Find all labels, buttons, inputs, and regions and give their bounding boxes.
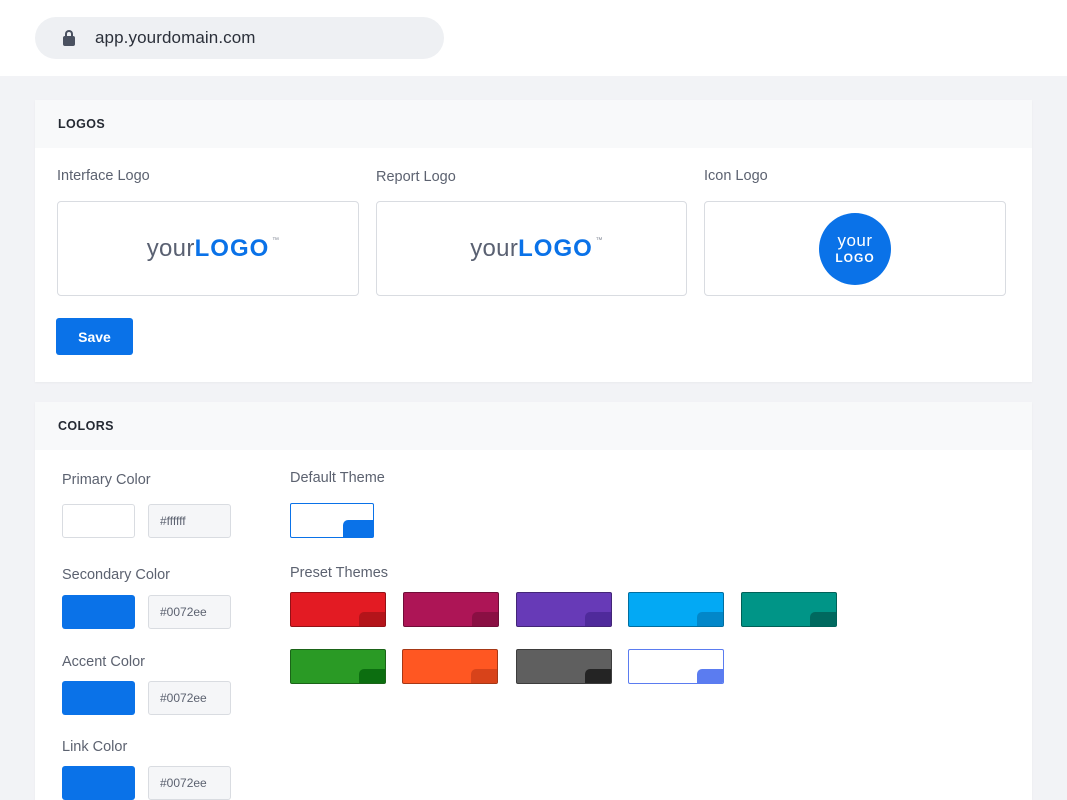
colors-section-title: COLORS: [58, 419, 114, 433]
report-logo-upload[interactable]: yourLOGO ™: [376, 201, 687, 296]
default-theme-swatch[interactable]: [290, 503, 374, 538]
report-logo-image: yourLOGO ™: [470, 234, 603, 262]
logos-section-header: LOGOS: [35, 100, 1032, 148]
secondary-color-label: Secondary Color: [62, 567, 170, 583]
preset-theme-magenta[interactable]: [403, 592, 499, 627]
link-color-label: Link Color: [62, 739, 128, 755]
preset-theme-teal[interactable]: [741, 592, 837, 627]
primary-color-input[interactable]: [148, 504, 231, 538]
report-logo-label: Report Logo: [376, 169, 456, 185]
preset-theme-gray[interactable]: [516, 649, 612, 684]
interface-logo-upload[interactable]: yourLOGO ™: [57, 201, 359, 296]
preset-theme-light[interactable]: [628, 649, 724, 684]
logos-section: LOGOS Interface Logo yourLOGO ™ Report Lo…: [35, 100, 1032, 382]
primary-color-label: Primary Color: [62, 472, 151, 488]
icon-logo-label: Icon Logo: [704, 168, 768, 184]
lock-icon: [63, 30, 75, 46]
accent-color-input[interactable]: [148, 681, 231, 715]
url-text: app.yourdomain.com: [95, 28, 256, 47]
preset-theme-red[interactable]: [290, 592, 386, 627]
secondary-color-swatch[interactable]: [62, 595, 135, 629]
preset-theme-orange[interactable]: [402, 649, 498, 684]
preset-theme-sky[interactable]: [628, 592, 724, 627]
colors-section: COLORS Primary Color Secondary Color Acc…: [35, 402, 1032, 800]
interface-logo-label: Interface Logo: [57, 168, 150, 184]
save-button[interactable]: Save: [56, 318, 133, 355]
logos-section-title: LOGOS: [58, 117, 106, 131]
link-color-input[interactable]: [148, 766, 231, 800]
secondary-color-input[interactable]: [148, 595, 231, 629]
accent-color-swatch[interactable]: [62, 681, 135, 715]
primary-color-swatch[interactable]: [62, 504, 135, 538]
preset-theme-purple[interactable]: [516, 592, 612, 627]
icon-logo-upload[interactable]: your LOGO: [704, 201, 1006, 296]
accent-color-label: Accent Color: [62, 654, 146, 670]
default-theme-label: Default Theme: [290, 470, 385, 486]
icon-logo-image: your LOGO: [819, 212, 891, 285]
interface-logo-image: yourLOGO ™: [146, 234, 280, 262]
colors-section-header: COLORS: [35, 402, 1032, 450]
browser-topbar: app.yourdomain.com: [0, 0, 1067, 76]
address-bar[interactable]: app.yourdomain.com: [35, 17, 444, 59]
preset-themes-label: Preset Themes: [290, 565, 389, 581]
link-color-swatch[interactable]: [62, 766, 135, 800]
preset-theme-green[interactable]: [290, 649, 386, 684]
